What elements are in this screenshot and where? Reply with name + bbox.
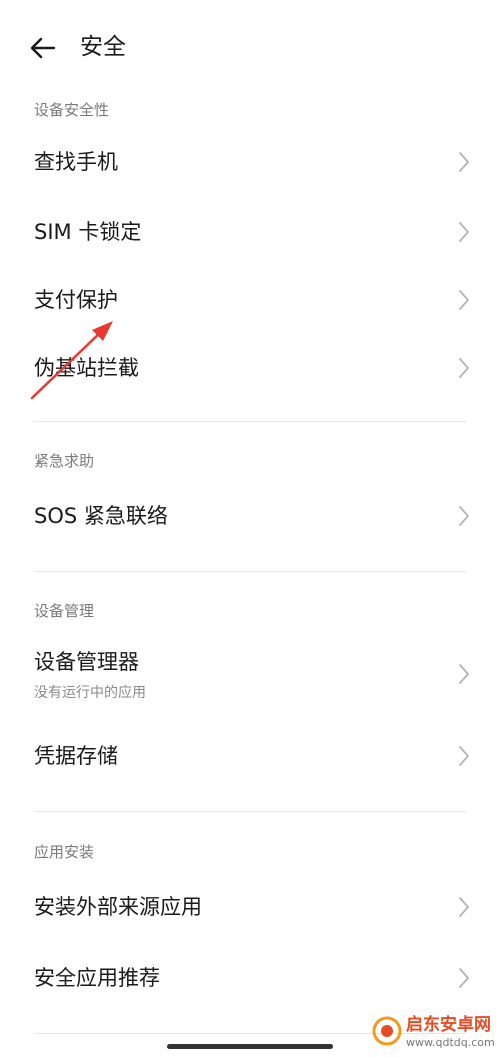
section-header-device-security: 设备安全性 <box>34 101 110 119</box>
section-header-emergency: 紧急求助 <box>34 452 95 470</box>
chevron-right-icon <box>459 897 469 917</box>
watermark-logo-icon <box>372 1016 402 1046</box>
back-button[interactable] <box>28 34 58 62</box>
chevron-right-icon <box>459 968 469 988</box>
menu-item-find-phone[interactable]: 查找手机 <box>0 130 500 194</box>
chevron-right-icon <box>459 152 469 172</box>
menu-item-fake-base-station-block[interactable]: 伪基站拦截 <box>0 336 500 400</box>
chevron-right-icon <box>459 664 469 684</box>
menu-item-label: 安装外部来源应用 <box>34 895 202 919</box>
menu-item-label: 凭据存储 <box>34 744 118 768</box>
section-header-app-install: 应用安装 <box>34 843 95 861</box>
chevron-right-icon <box>459 746 469 766</box>
back-arrow-icon <box>30 37 56 59</box>
chevron-right-icon <box>459 222 469 242</box>
menu-item-label: 查找手机 <box>34 150 118 174</box>
chevron-right-icon <box>459 358 469 378</box>
section-header-device-management: 设备管理 <box>34 602 95 620</box>
watermark: 启东安卓网 www.qdtdq.com <box>372 1012 500 1057</box>
menu-item-payment-protection[interactable]: 支付保护 <box>0 268 500 332</box>
section-divider <box>34 421 466 422</box>
chevron-right-icon <box>459 290 469 310</box>
watermark-url: www.qdtdq.com <box>406 1036 495 1049</box>
menu-item-sim-lock[interactable]: SIM 卡锁定 <box>0 200 500 264</box>
menu-item-label: 安全应用推荐 <box>34 966 160 990</box>
menu-item-credential-storage[interactable]: 凭据存储 <box>0 724 500 788</box>
menu-item-label: SIM 卡锁定 <box>34 220 142 244</box>
menu-item-sos-contacts[interactable]: SOS 紧急联络 <box>0 484 500 548</box>
menu-item-device-admin[interactable]: 设备管理器 没有运行中的应用 <box>0 640 500 716</box>
menu-item-install-unknown-apps[interactable]: 安装外部来源应用 <box>0 875 500 939</box>
menu-item-label: 伪基站拦截 <box>34 356 139 380</box>
page-title: 安全 <box>80 34 126 60</box>
app-header: 安全 <box>0 0 500 96</box>
menu-item-label: SOS 紧急联络 <box>34 504 168 528</box>
chevron-right-icon <box>459 506 469 526</box>
watermark-title: 启东安卓网 <box>406 1015 491 1035</box>
menu-item-security-app-recommend[interactable]: 安全应用推荐 <box>0 946 500 1010</box>
menu-item-subtitle: 没有运行中的应用 <box>34 685 146 701</box>
menu-item-label: 设备管理器 <box>34 650 139 674</box>
section-divider <box>34 571 466 572</box>
home-indicator[interactable] <box>167 1044 333 1049</box>
section-divider <box>34 811 466 812</box>
menu-item-label: 支付保护 <box>34 288 118 312</box>
